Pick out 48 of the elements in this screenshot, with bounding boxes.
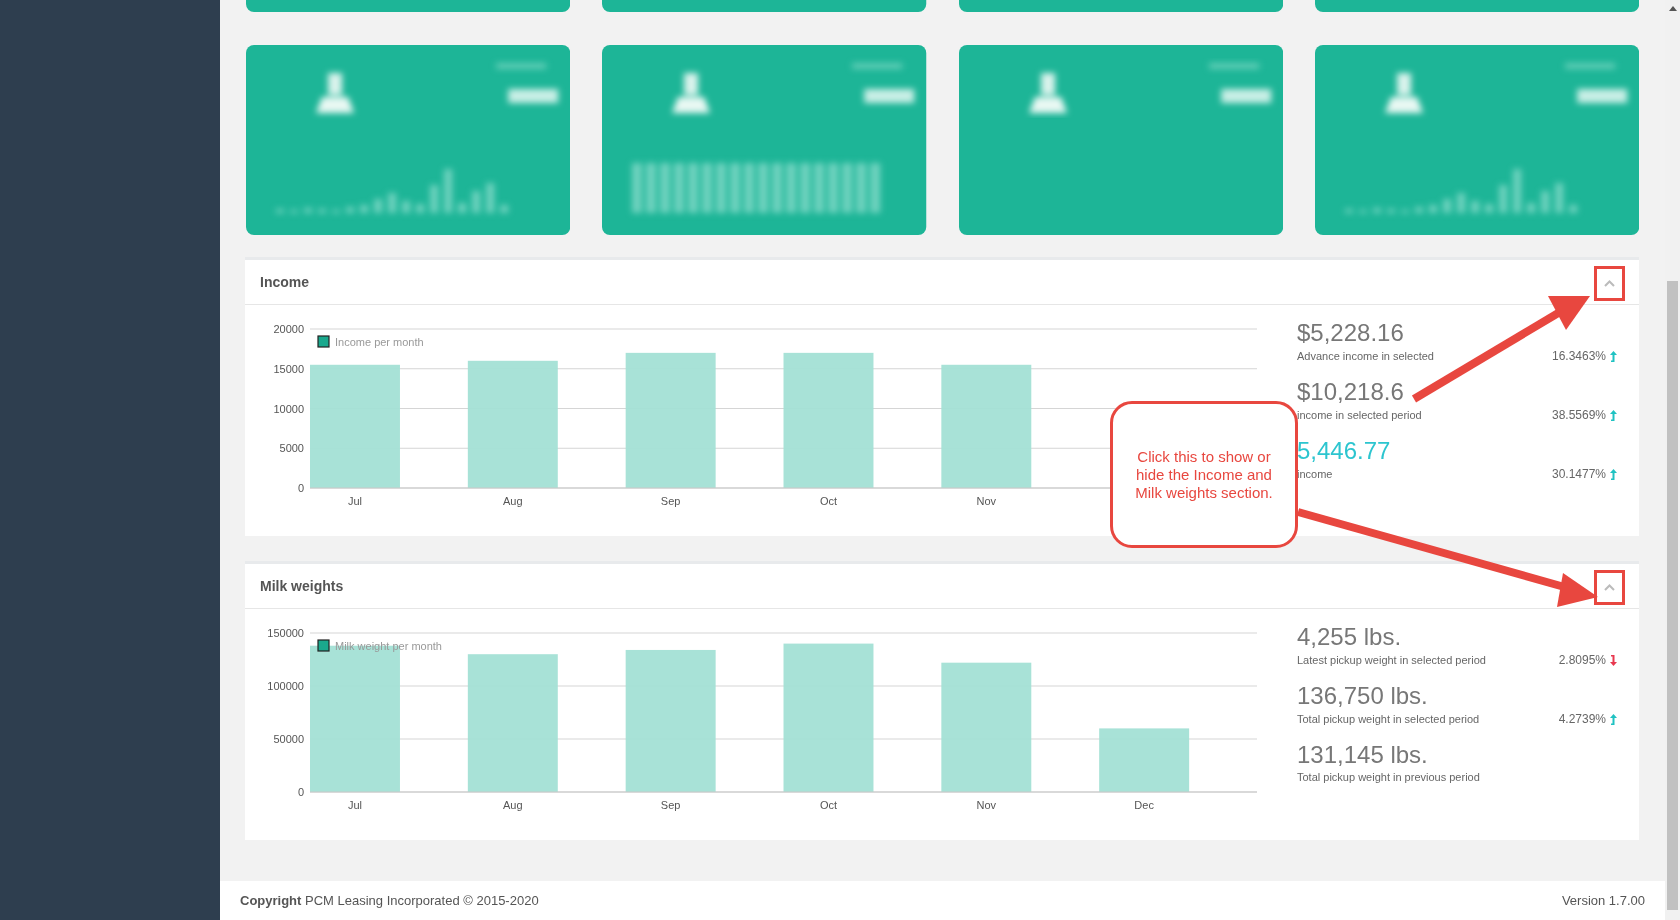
stat-value: 4,255 lbs. [1297, 623, 1402, 651]
axis-category-label: Jul [347, 495, 362, 507]
panel-title: Income [260, 272, 309, 292]
stat-change: 4.2739% [1558, 711, 1606, 728]
stat-change: 16.3463% [1551, 348, 1606, 365]
axis-tick-label: 20000 [273, 323, 304, 335]
legend-label: Milk weight per month [335, 640, 442, 652]
axis-category-label: Nov [976, 799, 997, 811]
axis-tick-label: 0 [297, 786, 304, 798]
stat-change: 30.1477% [1551, 466, 1606, 483]
axis-category-label: Sep [660, 495, 681, 507]
axis-category-label: Aug [503, 495, 523, 507]
stat-label: Latest pickup weight in selected period [1297, 652, 1486, 668]
stat-change: 38.5569% [1551, 407, 1606, 424]
axis-tick-label: 50000 [273, 733, 304, 745]
stat-value: 5,446.77 [1297, 437, 1391, 465]
stat-value: 136,750 lbs. [1297, 682, 1428, 710]
axis-category-label: Jul [347, 799, 362, 811]
stat-label: income [1297, 466, 1333, 482]
axis-category-label: Aug [503, 799, 523, 811]
stat-label: Total pickup weight in previous period [1297, 770, 1480, 785]
legend-swatch [317, 639, 330, 652]
callout-text: Click this to show or hide the Income and Milk weights section. [1134, 447, 1274, 502]
version-text: Version 1.7.00 [1561, 891, 1645, 910]
scroll-up-arrow-icon[interactable] [1668, 6, 1677, 11]
stat-change: 2.8095% [1558, 652, 1606, 669]
stat-label: Advance income in selected [1297, 348, 1434, 364]
stat-label: income in selected period [1297, 407, 1422, 423]
legend-label: Income per month [335, 336, 424, 348]
axis-tick-label: 10000 [273, 402, 304, 415]
axis-category-label: Nov [976, 495, 997, 507]
axis-tick-label: 150000 [267, 627, 304, 639]
axis-category-label: Dec [1134, 799, 1154, 811]
axis-tick-label: 0 [297, 482, 304, 494]
copyright-text: Copyright PCM Leasing Incorporated © 2015-2020 [240, 891, 539, 910]
legend-swatch [317, 335, 330, 348]
axis-tick-label: 15000 [273, 362, 304, 375]
stat-value: $5,228.16 [1297, 319, 1404, 347]
axis-tick-label: 5000 [279, 442, 304, 455]
axis-category-label: Sep [660, 799, 681, 811]
stat-value: 131,145 lbs. [1297, 741, 1428, 769]
axis-category-label: Oct [819, 495, 838, 507]
axis-category-label: Oct [819, 799, 838, 811]
stat-label: Total pickup weight in selected period [1297, 711, 1480, 727]
panel-title: Milk weights [260, 576, 344, 596]
scrollbar-thumb[interactable] [1667, 281, 1678, 910]
axis-tick-label: 100000 [267, 680, 304, 692]
stat-value: $10,218.6 [1297, 378, 1404, 406]
